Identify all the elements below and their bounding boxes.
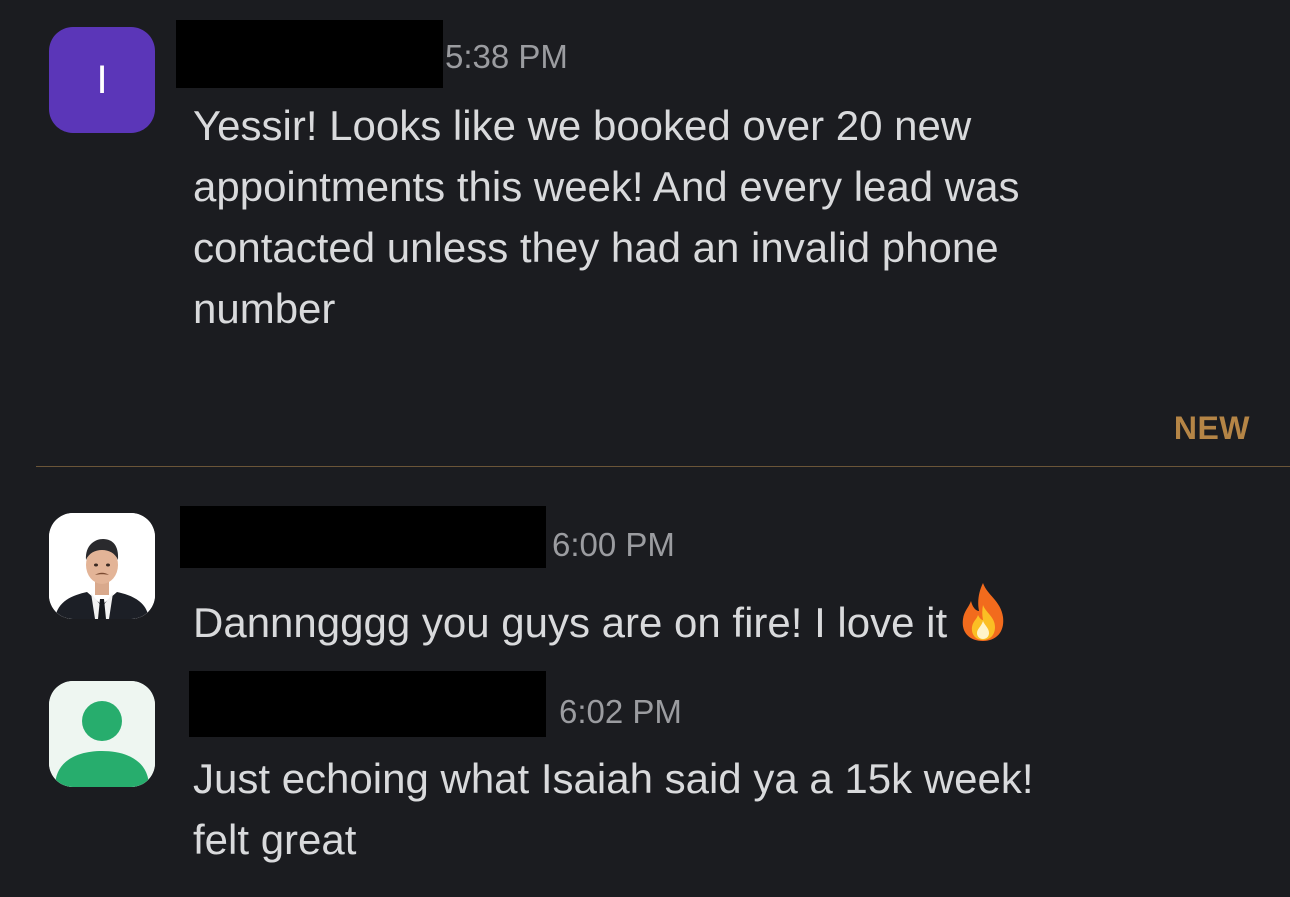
message-timestamp[interactable]: 6:00 PM <box>552 526 675 564</box>
default-user-icon <box>49 681 155 787</box>
message-line: Yessir! Looks like we booked over 20 new <box>193 102 972 149</box>
avatar[interactable]: I <box>49 27 155 133</box>
message-timestamp[interactable]: 6:02 PM <box>559 693 682 731</box>
message-text: Dannngggg you guys are on fire! I love i… <box>193 581 1009 659</box>
message-line: Dannngggg you guys are on fire! I love i… <box>193 599 948 646</box>
new-messages-divider <box>36 466 1290 467</box>
new-messages-label: NEW <box>1173 410 1250 446</box>
profile-photo-icon <box>49 513 155 619</box>
message-line: felt great <box>193 816 357 863</box>
message-text: Just echoing what Isaiah said ya a 15k w… <box>193 748 1034 870</box>
fire-icon <box>962 583 1004 641</box>
message-list: I 5:38 PM Yessir! Looks like we booked o… <box>0 0 1290 897</box>
message-text: Yessir! Looks like we booked over 20 new… <box>193 95 1019 339</box>
message-line: contacted unless they had an invalid pho… <box>193 224 999 271</box>
redacted-username <box>180 506 546 568</box>
fire-emoji-icon <box>957 581 1009 659</box>
redacted-username <box>189 671 546 737</box>
message-timestamp[interactable]: 5:38 PM <box>445 38 568 76</box>
avatar-initial: I <box>96 57 108 102</box>
message-line: appointments this week! And every lead w… <box>193 163 1020 210</box>
redacted-username <box>176 20 443 88</box>
avatar[interactable] <box>49 513 155 619</box>
message-line: Just echoing what Isaiah said ya a 15k w… <box>193 755 1034 802</box>
avatar[interactable] <box>49 681 155 787</box>
message-line: number <box>193 285 336 332</box>
